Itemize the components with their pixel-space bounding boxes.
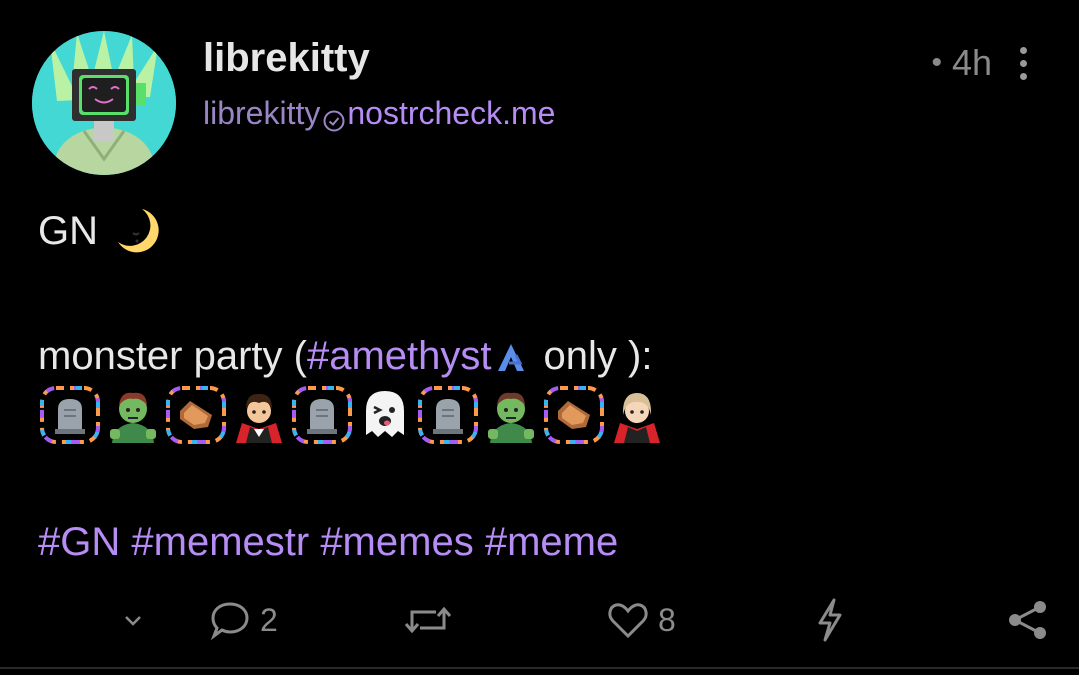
ghost-emoji-icon: [358, 385, 412, 445]
headstone-emoji-icon: [416, 385, 480, 445]
crescent-moon-emoji-icon: [112, 206, 162, 256]
more-options-icon[interactable]: [1020, 46, 1027, 80]
timestamp[interactable]: 4h: [952, 42, 992, 84]
vampire-emoji-icon: [232, 385, 286, 445]
hashtag-meme[interactable]: #meme: [485, 520, 618, 565]
verified-check-icon: [322, 104, 346, 131]
party-suffix: only ):: [543, 334, 653, 378]
action-bar: 2 8: [0, 594, 1079, 646]
like-count: 8: [658, 601, 676, 638]
like-button[interactable]: 8: [606, 594, 676, 646]
zombie-emoji-icon: [106, 385, 160, 445]
greeting-text: GN: [38, 208, 98, 253]
hashtag-memes[interactable]: #memes: [320, 520, 473, 565]
note-card: librekitty librekitty nostrcheck.me • 4h…: [0, 0, 1079, 675]
headstone-emoji-icon: [290, 385, 354, 445]
avatar-image: [32, 31, 176, 175]
repost-icon: [404, 606, 452, 634]
zap-button[interactable]: [812, 594, 848, 646]
vampire-light-emoji-icon: [610, 385, 664, 445]
note-meta: • 4h: [931, 42, 1027, 84]
hashtag-line: #GN #memestr #memes #meme: [38, 520, 618, 565]
meta-separator: •: [931, 46, 942, 79]
author-name[interactable]: librekitty: [203, 36, 370, 81]
reply-bubble-icon: [210, 602, 249, 641]
nip05-address[interactable]: librekitty nostrcheck.me: [203, 95, 555, 132]
amethyst-logo-icon: [494, 340, 528, 374]
share-button[interactable]: [1006, 594, 1050, 646]
repost-button[interactable]: [402, 594, 454, 646]
reply-count: 2: [260, 601, 278, 638]
coffin-emoji-icon: [542, 385, 606, 445]
coffin-emoji-icon: [164, 385, 228, 445]
party-text: monster party (: [38, 334, 307, 378]
zombie-emoji-icon: [484, 385, 538, 445]
hashtag-memestr[interactable]: #memestr: [131, 520, 309, 565]
avatar[interactable]: [32, 31, 176, 175]
lightning-icon: [818, 598, 842, 642]
headstone-emoji-icon: [38, 385, 102, 445]
reply-button[interactable]: 2: [208, 594, 278, 646]
hashtag-gn[interactable]: #GN: [38, 520, 120, 565]
emoji-row: [38, 385, 664, 445]
expand-chevron-icon[interactable]: [118, 594, 148, 646]
share-icon: [1009, 601, 1046, 639]
content-line-party: monster party ( #amethyst only ):: [38, 334, 652, 379]
hashtag-amethyst[interactable]: #amethyst: [307, 334, 492, 379]
nip05-user: librekitty: [203, 95, 321, 131]
divider: [0, 667, 1079, 669]
nip05-domain: nostrcheck.me: [347, 95, 556, 131]
heart-icon: [608, 603, 648, 639]
content-line-greeting: GN: [38, 206, 162, 256]
